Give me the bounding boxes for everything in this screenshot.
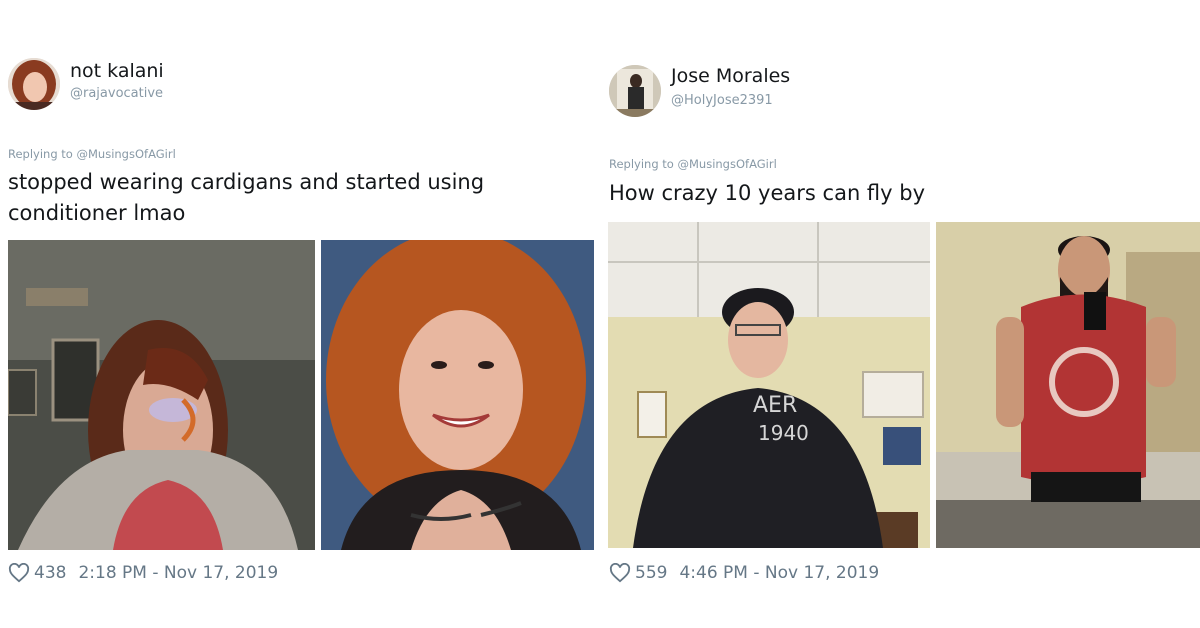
after-photo[interactable] (936, 222, 1200, 548)
tweet-text-line-2: conditioner lmao (8, 201, 186, 225)
tweet-text: stopped wearing cardigans and started us… (8, 167, 484, 229)
tweet-meta: 438 2:18 PM - Nov 17, 2019 (8, 563, 278, 583)
tweet-text-line-1: How crazy 10 years can fly by (609, 181, 926, 205)
tweet-text: How crazy 10 years can fly by (609, 178, 925, 209)
svg-text:AER: AER (753, 393, 797, 418)
heart-icon[interactable] (8, 563, 30, 583)
after-photo-image (321, 240, 594, 550)
after-photo-image (936, 222, 1200, 548)
timestamp[interactable]: 4:46 PM - Nov 17, 2019 (679, 563, 879, 583)
before-photo[interactable]: AER 1940 (608, 222, 930, 548)
svg-text:1940: 1940 (758, 421, 809, 445)
before-photo[interactable] (8, 240, 315, 550)
display-name[interactable]: Jose Morales (671, 65, 790, 87)
avatar-image (609, 65, 661, 117)
replying-to[interactable]: Replying to @MusingsOfAGirl (609, 157, 777, 171)
after-photo[interactable] (321, 240, 594, 550)
tweet-text-line-1: stopped wearing cardigans and started us… (8, 170, 485, 194)
before-photo-image: AER 1940 (608, 222, 930, 548)
avatar-image (8, 58, 60, 110)
display-name[interactable]: not kalani (70, 60, 164, 82)
replying-to[interactable]: Replying to @MusingsOfAGirl (8, 147, 176, 161)
user-handle[interactable]: @rajavocative (70, 86, 163, 101)
avatar[interactable] (609, 65, 661, 117)
user-handle[interactable]: @HolyJose2391 (671, 93, 773, 108)
like-count[interactable]: 438 (34, 563, 66, 583)
before-photo-image (8, 240, 315, 550)
heart-icon[interactable] (609, 563, 631, 583)
tweet-meta: 559 4:46 PM - Nov 17, 2019 (609, 563, 879, 583)
timestamp[interactable]: 2:18 PM - Nov 17, 2019 (78, 563, 278, 583)
avatar[interactable] (8, 58, 60, 110)
like-count[interactable]: 559 (635, 563, 667, 583)
